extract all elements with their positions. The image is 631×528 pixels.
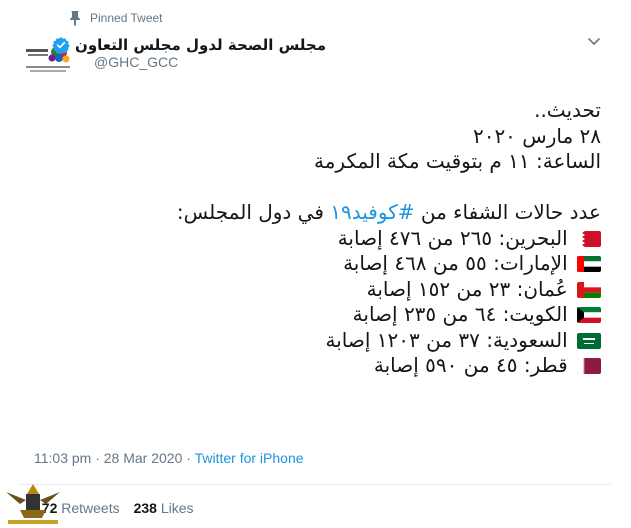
oman-flag-icon — [577, 281, 601, 298]
likes-count: 238 — [133, 500, 157, 516]
retweets-label: Retweets — [61, 500, 120, 516]
tweet-intro-line: عدد حالات الشفاء من #كوفيد١٩ في دول المج… — [41, 200, 601, 226]
country-line: قطر: ٤٥ من ٥٩٠ إصابة — [41, 353, 601, 379]
likes-stat[interactable]: 238 Likes — [134, 500, 194, 516]
tweet-line: الساعة: ١١ م بتوقيت مكة المكرمة — [313, 149, 601, 173]
timestamp[interactable]: 11:03 pm · 28 Mar 2020 · — [34, 450, 195, 466]
bahrain-flag-icon — [577, 230, 601, 247]
hashtag-link[interactable]: #كوفيد١٩ — [330, 200, 414, 224]
intro-before: عدد حالات الشفاء من — [420, 200, 601, 224]
pin-icon — [70, 11, 80, 26]
tweet-text: تحديث.. ٢٨ مارس ٢٠٢٠ الساعة: ١١ م بتوقيت… — [41, 98, 601, 379]
user-handle[interactable]: @GHC_GCC — [94, 54, 178, 70]
divider — [20, 484, 611, 485]
tweet-line: ٢٨ مارس ٢٠٢٠ — [472, 123, 601, 148]
country-text: البحرين: ٢٦٥ من ٤٧٦ إصابة — [337, 225, 568, 250]
country-line: البحرين: ٢٦٥ من ٤٧٦ إصابة — [41, 226, 601, 252]
display-name[interactable]: مجلس الصحة لدول مجلس التعاون — [75, 36, 326, 54]
kuwait-flag-icon — [577, 307, 601, 323]
verified-badge-icon — [52, 37, 70, 54]
qatar-flag-icon — [577, 358, 601, 374]
country-text: قطر: ٤٥ من ٥٩٠ إصابة — [373, 353, 568, 377]
pinned-label: Pinned Tweet — [90, 11, 163, 25]
likes-label: Likes — [160, 500, 194, 516]
source-link[interactable]: Twitter for iPhone — [195, 450, 304, 466]
country-line: السعودية: ٣٧ من ١٢٠٣ إصابة — [41, 328, 601, 354]
country-line: عُمان: ٢٣ من ١٥٢ إصابة — [41, 277, 601, 303]
user-name-row[interactable]: مجلس الصحة لدول مجلس التعاون — [52, 34, 326, 56]
uae-flag-icon — [577, 256, 601, 272]
country-line: الإمارات: ٥٥ من ٤٦٨ إصابة — [41, 251, 601, 277]
tweet-line: تحديث.. — [534, 98, 601, 122]
chevron-down-icon[interactable] — [586, 33, 602, 49]
country-text: عُمان: ٢٣ من ١٥٢ إصابة — [366, 276, 568, 301]
tweet-meta: 11:03 pm · 28 Mar 2020 · Twitter for iPh… — [34, 450, 304, 466]
watermark-logo — [6, 484, 60, 524]
intro-after: في دول المجلس: — [176, 200, 324, 224]
country-line: الكويت: ٦٤ من ٢٣٥ إصابة — [41, 302, 601, 328]
saudi-flag-icon — [577, 332, 601, 349]
pinned-tweet-indicator: Pinned Tweet — [68, 9, 163, 27]
country-text: السعودية: ٣٧ من ١٢٠٣ إصابة — [325, 327, 568, 352]
country-text: الإمارات: ٥٥ من ٤٦٨ إصابة — [343, 251, 568, 275]
country-text: الكويت: ٦٤ من ٢٣٥ إصابة — [352, 302, 568, 326]
